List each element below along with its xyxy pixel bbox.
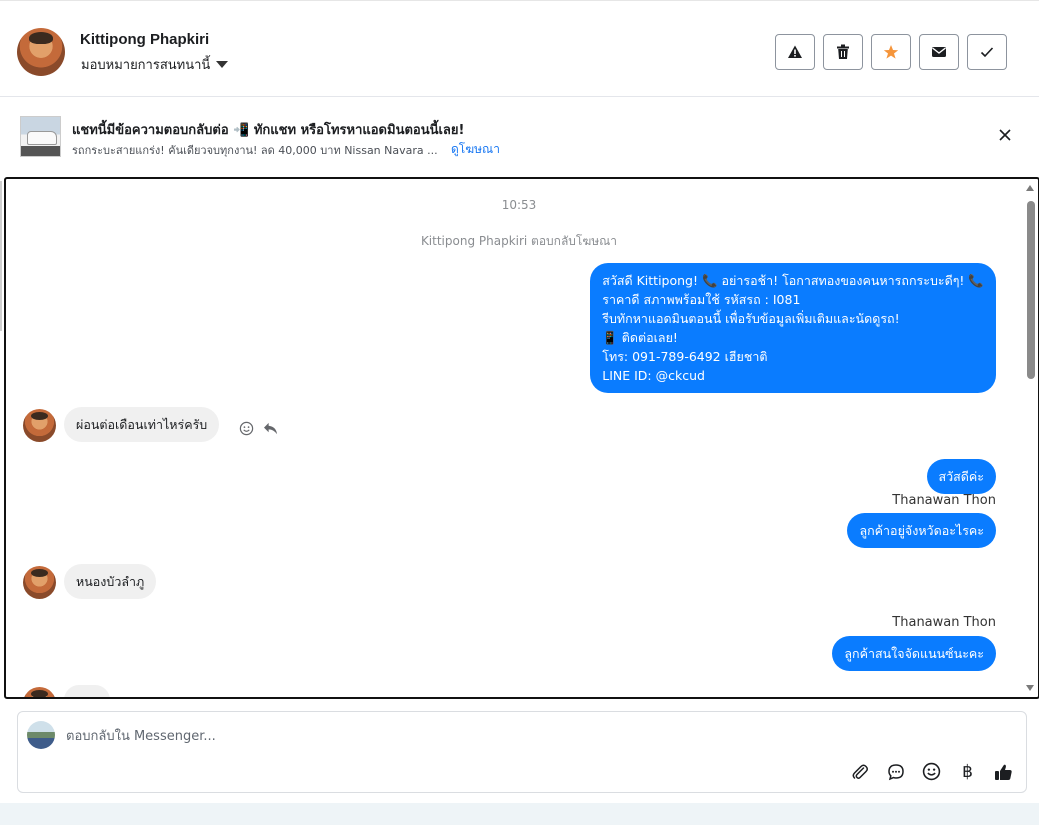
- message-line: โทร: 091-789-6492 เฮียชาติ: [602, 349, 768, 364]
- ad-subtitle: รถกระบะสายแกร่ง! คันเดียวจบทุกงาน! ลด 40…: [72, 144, 438, 157]
- sender-name: Thanawan Thon: [892, 615, 996, 630]
- messenger-panel: Kittipong Phapkiri มอบหมายการสนทนานี้ แช…: [0, 0, 1039, 803]
- contact-name[interactable]: Kittipong Phapkiri: [80, 31, 209, 48]
- emoji-button[interactable]: [921, 761, 942, 782]
- mark-done-button[interactable]: [967, 34, 1007, 70]
- attach-button[interactable]: [849, 761, 870, 782]
- sender-avatar[interactable]: [23, 409, 56, 442]
- ad-title: แชทนี้มีข้อความตอบกลับต่อ 📲 ทักแชท หรือโ…: [72, 123, 465, 138]
- composer-tools: ฿: [849, 761, 1014, 782]
- ad-reply-banner: แชทนี้มีข้อความตอบกลับต่อ 📲 ทักแชท หรือโ…: [0, 97, 1039, 175]
- scrollbar-thumb[interactable]: [1027, 201, 1035, 379]
- payment-button[interactable]: ฿: [957, 761, 978, 782]
- message-timestamp: 10:53: [501, 198, 537, 212]
- header-actions: [775, 34, 1007, 70]
- view-ad-link[interactable]: ดูโฆษณา: [451, 140, 500, 159]
- ad-thumbnail[interactable]: [20, 116, 61, 157]
- message-input[interactable]: [66, 726, 966, 746]
- star-button[interactable]: [871, 34, 911, 70]
- envelope-icon: [932, 47, 946, 57]
- system-note: Kittipong Phapkiri ตอบกลับโฆษณา: [420, 234, 618, 248]
- panel-edge: [0, 181, 2, 331]
- message-line: สวัสดี Kittipong! 📞 อย่ารอช้า! โอกาสทองข…: [602, 273, 984, 288]
- sender-avatar[interactable]: [23, 687, 56, 697]
- assign-conversation-dropdown[interactable]: มอบหมายการสนทนานี้: [81, 54, 229, 75]
- delete-button[interactable]: [823, 34, 863, 70]
- scroll-up-arrow[interactable]: [1026, 185, 1034, 191]
- check-icon: [980, 47, 994, 58]
- assign-label: มอบหมายการสนทนานี้: [81, 58, 211, 73]
- outgoing-message[interactable]: สวัสดี Kittipong! 📞 อย่ารอช้า! โอกาสทองข…: [590, 263, 996, 393]
- message-line: รีบทักหาแอดมินตอนนี้ เพื่อรับข้อมูลเพิ่ม…: [602, 311, 900, 326]
- incoming-message-partial[interactable]: [64, 685, 110, 697]
- thumbs-up-icon: [995, 764, 1012, 780]
- message-line: 📱 ติดต่อเลย!: [602, 330, 678, 345]
- close-icon[interactable]: [997, 127, 1013, 143]
- conversation-header: Kittipong Phapkiri มอบหมายการสนทนานี้: [0, 7, 1039, 97]
- sender-name: Thanawan Thon: [892, 493, 996, 508]
- baht-icon: ฿: [962, 761, 973, 782]
- report-spam-button[interactable]: [775, 34, 815, 70]
- page-avatar: [27, 721, 55, 749]
- incoming-message[interactable]: ผ่อนต่อเดือนเท่าไหร่ครับ: [64, 407, 220, 442]
- contact-avatar[interactable]: [17, 28, 65, 76]
- incoming-message[interactable]: หนองบัวลำภู: [64, 564, 157, 599]
- message-actions: [239, 421, 278, 436]
- mark-unread-button[interactable]: [919, 34, 959, 70]
- reply-icon[interactable]: [263, 422, 278, 435]
- caret-down-icon: [216, 61, 229, 68]
- outgoing-message[interactable]: สวัสดีค่ะ: [926, 459, 996, 494]
- message-line: ราคาดี สภาพพร้อมใช้ รหัสรถ : I081: [602, 292, 801, 307]
- outgoing-message[interactable]: ลูกค้าอยู่จังหวัดอะไรคะ: [847, 513, 996, 548]
- outgoing-message[interactable]: ลูกค้าสนใจจัดแนนซ์นะคะ: [832, 636, 996, 671]
- message-thread[interactable]: 10:53 Kittipong Phapkiri ตอบกลับโฆษณา สว…: [4, 177, 1039, 699]
- like-button[interactable]: [993, 761, 1014, 782]
- paperclip-icon: [852, 764, 868, 779]
- saved-replies-button[interactable]: [885, 761, 906, 782]
- reply-composer: ฿: [17, 711, 1027, 793]
- react-emoji-icon[interactable]: [239, 421, 254, 436]
- star-icon: [883, 45, 899, 59]
- warning-icon: [788, 45, 802, 58]
- chat-bubble-icon: [887, 763, 904, 780]
- scroll-down-arrow[interactable]: [1026, 685, 1034, 691]
- trash-icon: [837, 44, 849, 59]
- message-line: LINE ID: @ckcud: [602, 368, 705, 383]
- sender-avatar[interactable]: [23, 566, 56, 599]
- smiley-icon: [922, 762, 941, 781]
